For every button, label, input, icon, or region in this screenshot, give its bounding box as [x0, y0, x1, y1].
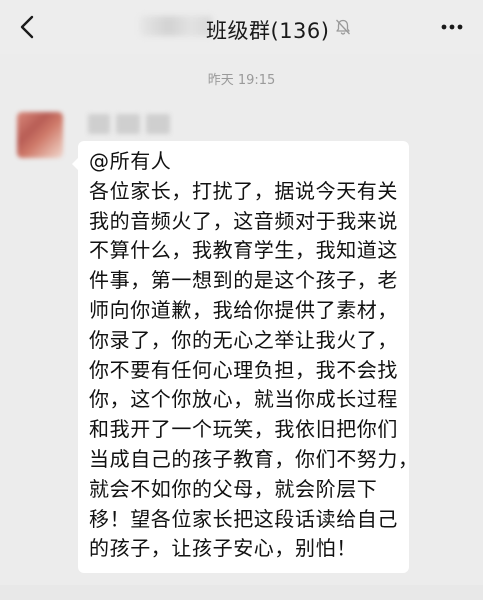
more-dots-icon	[441, 24, 463, 30]
chat-title: 班级群(136)	[206, 19, 330, 43]
bell-off-icon	[336, 19, 350, 35]
message-line: 就会不如你的父母，就会阶层下	[89, 476, 378, 501]
blurred-group-name	[140, 16, 212, 36]
message-line: 件事，第一想到的是这个孩子，老	[89, 268, 398, 293]
message-timestamp: 昨天 19:15	[207, 73, 276, 88]
message-line: 的孩子，让孩子安心，别怕！	[89, 536, 357, 561]
message-line: 不算什么，我教育学生，我知道这	[89, 238, 398, 263]
message-line: 我的音频火了，这音频对于我来说	[89, 208, 398, 233]
message-line: 你，这个你放心，就当你成长过程	[89, 387, 398, 412]
blurred-sender-name	[88, 114, 188, 134]
message-line: 你不要有任何心理负担，我不会找	[89, 357, 398, 382]
message-bubble[interactable]: @所有人 各位家长，打扰了，据说今天有关 我的音频火了，这音频对于我来说 不算什…	[78, 141, 419, 573]
message-line: 师向你道歉，我给你提供了素材，	[89, 297, 398, 322]
message-line: 你录了，你的无心之举让我火了，	[89, 327, 398, 352]
chat-header: 班级群(136)	[0, 0, 483, 54]
bottom-edge	[0, 585, 483, 600]
message-line: 和我开了一个玩笑，我依旧把你们	[89, 417, 398, 442]
back-button[interactable]	[14, 12, 44, 42]
avatar[interactable]	[17, 112, 63, 158]
message-line: 各位家长，打扰了，据说今天有关	[89, 178, 398, 203]
message-line: @所有人	[89, 149, 172, 173]
chevron-left-icon	[20, 15, 34, 39]
message-line: 当成自己的孩子教育，你们不努力，	[89, 446, 419, 471]
message-line: 移！望各位家长把这段话读给自己	[89, 506, 398, 531]
more-button[interactable]	[437, 14, 467, 40]
